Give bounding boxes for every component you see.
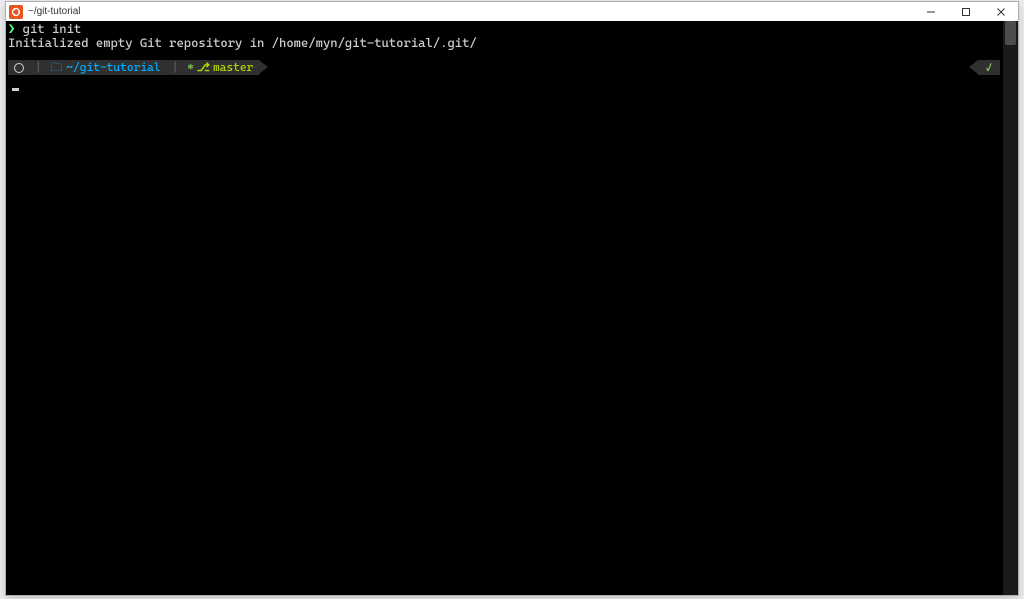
scrollbar[interactable] bbox=[1003, 21, 1018, 595]
minimize-button[interactable] bbox=[913, 2, 948, 21]
cursor bbox=[12, 88, 19, 91]
terminal-window: ~/git-tutorial ❯ git init Initialized em… bbox=[5, 1, 1019, 596]
input-line[interactable] bbox=[8, 77, 1016, 91]
close-button[interactable] bbox=[983, 2, 1018, 21]
command-line: ❯ git init bbox=[8, 22, 1016, 36]
folder-icon: 🗀 bbox=[51, 60, 63, 75]
window-title: ~/git-tutorial bbox=[28, 6, 913, 17]
terminal-body[interactable]: ❯ git init Initialized empty Git reposit… bbox=[6, 21, 1018, 595]
command-text: git init bbox=[23, 21, 82, 36]
branch-name: master bbox=[213, 60, 253, 75]
ubuntu-icon bbox=[9, 5, 23, 19]
titlebar[interactable]: ~/git-tutorial bbox=[6, 2, 1018, 21]
prompt-symbol: ❯ bbox=[8, 21, 15, 36]
branch-icon: ⎇ bbox=[197, 60, 210, 75]
status-ok: ✓ bbox=[978, 60, 1000, 75]
powerline-arrow-icon bbox=[259, 60, 268, 74]
git-icon: ⎈ bbox=[187, 60, 193, 75]
window-controls bbox=[913, 2, 1018, 21]
status-segment: ✓ bbox=[969, 60, 1000, 75]
git-segment: ⎈ ⎇ master bbox=[183, 60, 259, 75]
output-line: Initialized empty Git repository in /hom… bbox=[8, 36, 1016, 50]
scrollbar-thumb[interactable] bbox=[1005, 21, 1016, 45]
powerline-right-arrow-icon bbox=[969, 60, 978, 74]
os-segment bbox=[8, 60, 30, 75]
maximize-button[interactable] bbox=[948, 2, 983, 21]
ubuntu-glyph-icon bbox=[14, 63, 24, 73]
separator: | bbox=[30, 60, 47, 75]
separator-2: | bbox=[167, 60, 184, 75]
powerline-prompt: | 🗀 ~/git-tutorial | ⎈ ⎇ master ✓ bbox=[8, 60, 1016, 75]
path-text: ~/git-tutorial bbox=[66, 60, 160, 75]
path-segment: 🗀 ~/git-tutorial bbox=[47, 60, 167, 75]
